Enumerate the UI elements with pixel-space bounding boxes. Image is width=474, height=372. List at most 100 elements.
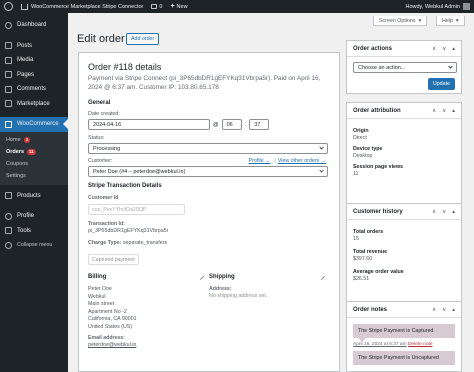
dashboard-icon: [5, 21, 12, 29]
sidebar-item-pages[interactable]: Pages: [0, 68, 68, 83]
avatar: [463, 3, 470, 10]
minute-input[interactable]: 37: [249, 119, 270, 130]
toggle-panel-icon[interactable]: ▴: [452, 209, 455, 215]
customer-value: Peter Doe (#4 – peterdoe@webkul.in): [93, 168, 186, 175]
total-revenue-label: Total revenue: [353, 249, 388, 255]
order-note: The Stripe Payment is Uncaptured: [353, 351, 455, 365]
box-header: Customer history ∧ ∨ ▴: [347, 204, 461, 220]
billing-title: Billing: [88, 274, 107, 280]
page-icon: [5, 71, 12, 79]
box-header: Order actions ∧ ∨ ▴: [347, 41, 461, 57]
delete-note-link[interactable]: Delete note: [408, 342, 433, 347]
comment-icon: [5, 85, 12, 93]
sidebar-item-label: Collapse menu: [17, 242, 53, 249]
screen-options-button[interactable]: Screen Options ▾: [373, 16, 428, 26]
move-up-icon[interactable]: ∧: [432, 46, 436, 52]
box-title: Order actions: [353, 45, 393, 52]
note-meta: April 16, 2024 at 6:37 am Delete note: [353, 342, 455, 347]
wordpress-icon: [4, 2, 13, 11]
total-orders-value: 15: [353, 236, 359, 242]
collapse-menu-button[interactable]: Collapse menu: [0, 238, 68, 253]
update-button[interactable]: Update: [427, 78, 455, 90]
move-down-icon[interactable]: ∨: [442, 209, 446, 215]
comment-bubble-icon: [151, 4, 158, 9]
greeting: Howdy, Webkul Admin: [405, 3, 460, 10]
session-value: 11: [353, 171, 359, 177]
submenu-label: Home: [6, 136, 21, 143]
submenu-label: Coupons: [6, 160, 29, 167]
sidebar-item-label: Tools: [17, 227, 32, 234]
add-order-button[interactable]: Add order: [126, 33, 160, 45]
box-title: Order attribution: [353, 107, 401, 114]
help-button[interactable]: Help ▾: [436, 16, 465, 26]
box-title: Order notes: [353, 306, 388, 313]
new-content-link[interactable]: + New: [166, 0, 191, 13]
order-attribution-box: Order attribution ∧ ∨ ▴ Origin Direct De…: [346, 102, 462, 206]
note-date: April 16, 2024 at 6:37 am: [353, 342, 407, 347]
billing-line: Peter Doe: [88, 286, 112, 292]
customer-select[interactable]: Peter Doe (#4 – peterdoe@webkul.in): [88, 166, 328, 177]
submenu-orders[interactable]: Orders 11: [0, 146, 68, 158]
chevron-down-icon: [319, 168, 324, 173]
status-select[interactable]: Processing: [88, 143, 328, 154]
admin-sidebar: Dashboard Posts Media Pages Comments Mar…: [0, 13, 68, 372]
home-count-badge: 3: [23, 136, 31, 143]
average-order-label: Average order value: [353, 269, 404, 275]
sidebar-item-media[interactable]: Media: [0, 53, 68, 68]
sidebar-item-marketplace[interactable]: Marketplace: [0, 97, 68, 112]
move-down-icon[interactable]: ∨: [442, 46, 446, 52]
customer-profile-link[interactable]: Profile →: [249, 158, 271, 164]
sidebar-item-products[interactable]: Products: [0, 189, 68, 204]
billing-line: United States (US): [88, 323, 133, 330]
email-link[interactable]: peterdoe@webkul.in: [88, 342, 209, 348]
sidebar-item-comments[interactable]: Comments: [0, 82, 68, 97]
submenu-label: Orders: [6, 148, 25, 155]
store-icon: [5, 100, 12, 108]
move-up-icon[interactable]: ∧: [432, 209, 436, 215]
sidebar-item-dashboard[interactable]: Dashboard: [0, 18, 68, 33]
submenu-settings[interactable]: Settings: [0, 170, 68, 182]
date-created-label: Date created:: [88, 111, 120, 117]
sidebar-item-tools[interactable]: Tools: [0, 224, 68, 239]
sidebar-item-posts[interactable]: Posts: [0, 39, 68, 54]
move-down-icon[interactable]: ∨: [442, 307, 446, 313]
sidebar-item-label: Marketplace: [17, 100, 50, 107]
hour-input[interactable]: 06: [221, 119, 242, 130]
transaction-id-label: Transaction Id:: [88, 221, 125, 227]
date-created-input[interactable]: 2024-04-16: [88, 119, 210, 130]
wordpress-logo[interactable]: [0, 0, 17, 13]
billing-column: Billing Peter Doe Webkul Main street Apa…: [88, 272, 209, 348]
average-order-value: $26.51: [353, 276, 370, 282]
submenu-home[interactable]: Home 3: [0, 134, 68, 146]
session-label: Session page views: [353, 164, 404, 170]
submenu-coupons[interactable]: Coupons: [0, 158, 68, 170]
move-down-icon[interactable]: ∨: [442, 108, 446, 114]
account-menu[interactable]: Howdy, Webkul Admin: [401, 0, 474, 13]
site-name-link[interactable]: WooCommerce Marketplace Stripe Connector: [17, 0, 147, 13]
caret-down-icon: ▾: [455, 17, 459, 24]
captured-payment-button[interactable]: Captured payment: [88, 254, 139, 265]
chevron-down-icon: [319, 145, 324, 150]
order-action-value: Choose an action...: [358, 64, 406, 71]
customer-id-field[interactable]: cus_PvxYYhcfDa29QP: [88, 204, 185, 215]
sidebar-item-woocommerce[interactable]: WooCommerce: [0, 117, 68, 132]
sidebar-item-label: Products: [17, 192, 41, 199]
view-other-orders-link[interactable]: View other orders →: [278, 158, 326, 164]
sidebar-item-label: Pages: [17, 71, 35, 78]
order-action-select[interactable]: Choose an action...: [353, 62, 457, 73]
order-notes-box: Order notes ∧ ∨ ▴ The Stripe Payment is …: [346, 301, 462, 372]
billing-line: Apartment No -2: [88, 308, 127, 315]
at-separator: @: [213, 121, 219, 128]
sidebar-item-profile[interactable]: Profile: [0, 209, 68, 224]
customer-id-label: Customer Id: [88, 195, 119, 201]
comments-link[interactable]: 0: [147, 0, 166, 13]
sidebar-item-label: Comments: [17, 86, 47, 93]
time-colon: :: [244, 121, 247, 128]
toggle-panel-icon[interactable]: ▴: [452, 46, 455, 52]
move-up-icon[interactable]: ∧: [432, 108, 436, 114]
move-up-icon[interactable]: ∧: [432, 307, 436, 313]
total-revenue-value: $397.60: [353, 256, 373, 262]
toggle-panel-icon[interactable]: ▴: [452, 108, 455, 114]
toggle-panel-icon[interactable]: ▴: [452, 307, 455, 313]
chevron-down-icon: [448, 64, 453, 69]
